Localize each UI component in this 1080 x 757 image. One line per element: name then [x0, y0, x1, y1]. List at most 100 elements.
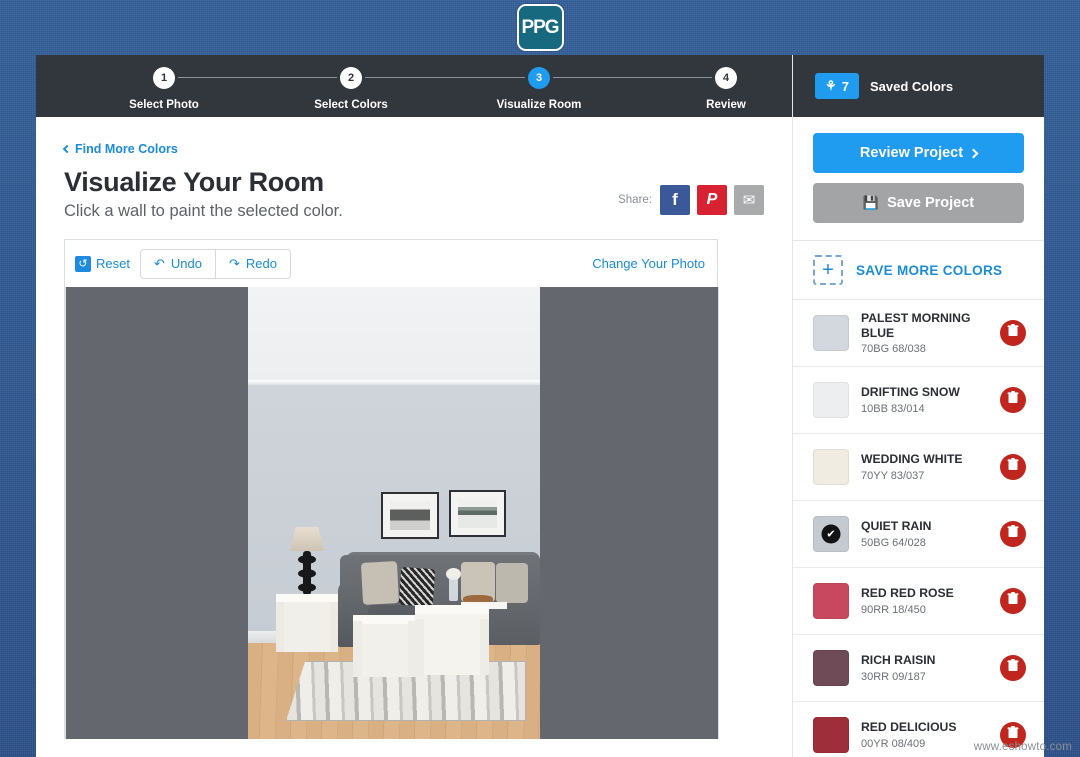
side-table — [276, 594, 338, 652]
saved-color-row[interactable]: PALEST MORNING BLUE 70BG 68/038 — [793, 300, 1044, 367]
saved-color-row[interactable]: ✔ QUIET RAIN 50BG 64/028 — [793, 501, 1044, 568]
delete-color-button[interactable] — [1000, 320, 1026, 346]
sidebar-actions: Review Project 💾 Save Project — [793, 117, 1044, 241]
delete-color-button[interactable] — [1000, 387, 1026, 413]
lamp-knob-bottom — [298, 583, 316, 592]
color-swatch[interactable] — [813, 583, 849, 619]
share-label: Share: — [618, 194, 652, 206]
color-name: RED RED ROSE — [861, 586, 954, 601]
color-meta: DRIFTING SNOW 10BB 83/014 — [861, 385, 988, 414]
saved-color-row[interactable]: RED RED ROSE 90RR 18/450 — [793, 568, 1044, 635]
undo-button[interactable]: ↶ Undo — [140, 249, 215, 278]
saved-color-row[interactable]: DRIFTING SNOW 10BB 83/014 — [793, 367, 1044, 434]
color-swatch[interactable] — [813, 717, 849, 753]
page-subtitle: Click a wall to paint the selected color… — [64, 202, 343, 220]
color-code: 90RR 18/450 — [861, 603, 926, 616]
coffee-table-back-top — [415, 605, 489, 614]
coffee-table-front — [353, 615, 417, 677]
room-photo-stage[interactable] — [65, 287, 719, 739]
ppg-logo[interactable]: PPG — [516, 4, 564, 51]
review-project-button[interactable]: Review Project — [813, 133, 1024, 173]
saved-color-row[interactable]: WEDDING WHITE 70YY 83/037 — [793, 434, 1044, 501]
stepper-connector — [553, 77, 712, 78]
stepper-connector — [178, 77, 337, 78]
review-project-label: Review Project — [859, 145, 964, 161]
trash-icon — [1007, 659, 1019, 677]
stepper-step-3[interactable]: 3 Visualize Room — [474, 67, 604, 111]
saved-color-row[interactable]: RICH RAISIN 30RR 09/187 — [793, 635, 1044, 702]
find-more-colors-link[interactable]: Find More Colors — [62, 142, 178, 156]
color-swatch[interactable] — [813, 650, 849, 686]
delete-color-button[interactable] — [1000, 655, 1026, 681]
lamp-shade — [290, 527, 324, 551]
delete-color-button[interactable] — [1000, 588, 1026, 614]
color-swatch[interactable] — [813, 449, 849, 485]
stepper-step-4[interactable]: 4 Review — [661, 67, 791, 111]
redo-button[interactable]: ↷ Redo — [214, 249, 290, 278]
stepper-step-label: Select Colors — [314, 99, 388, 111]
save-project-button[interactable]: 💾 Save Project — [813, 183, 1024, 223]
coffee-table-back-leg-left — [415, 619, 424, 675]
app-window: 1 Select Photo 2 Select Colors 3 Visualize Ro… — [36, 55, 1044, 757]
color-code: 70BG 68/038 — [861, 343, 926, 356]
progress-stepper: 1 Select Photo 2 Select Colors 3 Visualize Ro… — [36, 55, 792, 117]
color-swatch[interactable] — [813, 315, 849, 351]
stepper-step-2[interactable]: 2 Select Colors — [286, 67, 416, 111]
stepper-step-number: 3 — [528, 67, 550, 89]
color-swatch[interactable] — [813, 382, 849, 418]
room-photo[interactable] — [248, 287, 540, 739]
color-name: PALEST MORNING BLUE — [861, 310, 971, 340]
color-name: QUIET RAIN — [861, 519, 932, 534]
trash-icon — [1007, 391, 1019, 409]
save-more-colors-button[interactable]: + SAVE MORE COLORS — [793, 241, 1044, 300]
delete-color-button[interactable] — [1000, 454, 1026, 480]
side-table-top — [276, 594, 338, 602]
save-more-colors-label: SAVE MORE COLORS — [856, 262, 1003, 278]
stepper-step-number: 1 — [153, 67, 175, 89]
floppy-disk-icon: 💾 — [862, 195, 880, 210]
color-meta: RED DELICIOUS 00YR 08/409 — [861, 720, 988, 749]
sofa-pillow-4 — [496, 563, 528, 603]
page-heading-block: Visualize Your Room Click a wall to pain… — [64, 167, 343, 221]
room-ceiling — [248, 287, 540, 383]
selected-check-icon: ✔ — [821, 524, 841, 544]
vase — [449, 577, 458, 601]
redo-label: Redo — [245, 256, 277, 271]
sidebar: ⚘ 7 Saved Colors Review Project 💾 Save P… — [792, 55, 1044, 757]
delete-color-button[interactable] — [1000, 521, 1026, 547]
stepper-step-1[interactable]: 1 Select Photo — [99, 67, 229, 111]
top-bar: PPG — [0, 0, 1080, 55]
color-code: 70YY 83/037 — [861, 469, 925, 482]
coffee-table-back-leg-right — [480, 619, 489, 675]
stepper-connector — [365, 77, 525, 78]
lamp-knob-top — [298, 555, 316, 564]
facebook-share-icon[interactable]: f — [660, 185, 690, 215]
saved-colors-label: Saved Colors — [870, 78, 954, 94]
color-code: 30RR 09/187 — [861, 670, 926, 683]
stepper-step-label: Visualize Room — [496, 99, 582, 111]
pinterest-share-icon[interactable]: P — [697, 185, 727, 215]
color-name: RICH RAISIN — [861, 653, 936, 668]
sofa-pillow-1 — [360, 561, 400, 605]
stepper-step-number: 2 — [340, 67, 362, 89]
color-swatch[interactable]: ✔ — [813, 516, 849, 552]
wall-art-left — [381, 492, 439, 539]
undo-label: Undo — [170, 256, 202, 271]
lamp-knob-mid — [298, 569, 316, 578]
color-name: DRIFTING SNOW — [861, 385, 960, 400]
wall-art-right — [449, 490, 506, 537]
saved-colors-badge[interactable]: ⚘ 7 — [815, 73, 859, 99]
saved-colors-list: PALEST MORNING BLUE 70BG 68/038 DRIFTING S… — [793, 300, 1044, 757]
email-share-icon[interactable]: ✉ — [734, 185, 764, 215]
visualizer-panel: ↺ Reset ↶ Undo ↷ Redo Change Your Photo — [64, 239, 719, 739]
watermark: www.eshowto.com — [973, 741, 1072, 753]
change-photo-link[interactable]: Change Your Photo — [592, 256, 705, 271]
color-meta: PALEST MORNING BLUE 70BG 68/038 — [861, 311, 988, 356]
sidebar-header: ⚘ 7 Saved Colors — [793, 55, 1044, 117]
toolbar-left-group: ↺ Reset ↶ Undo ↷ Redo — [75, 248, 291, 279]
side-table-leg-left — [276, 602, 284, 652]
stepper-step-label: Review — [706, 99, 746, 111]
reset-button[interactable]: ↺ Reset — [75, 255, 130, 272]
color-meta: WEDDING WHITE 70YY 83/037 — [861, 452, 988, 481]
plus-icon: + — [813, 255, 843, 285]
